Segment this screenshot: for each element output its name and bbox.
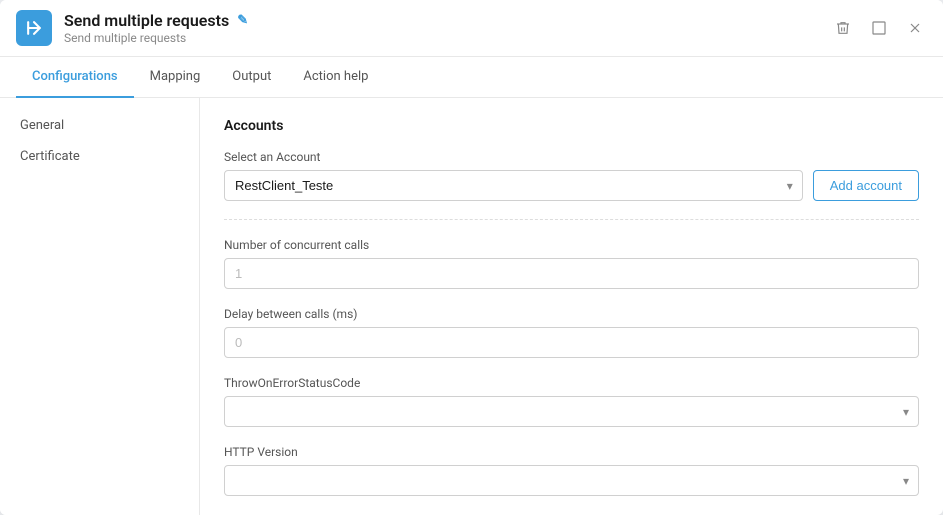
sidebar: General Certificate <box>0 98 200 515</box>
concurrent-calls-label: Number of concurrent calls <box>224 238 919 252</box>
tab-mapping[interactable]: Mapping <box>134 57 217 98</box>
select-account-group: Select an Account RestClient_Teste ▾ Add… <box>224 150 919 201</box>
title-text-group: Send multiple requests ✎ Send multiple r… <box>64 11 248 45</box>
http-version-dropdown[interactable]: HTTP/1.1 HTTP/2 <box>224 465 919 496</box>
close-button[interactable] <box>903 16 927 40</box>
window-actions <box>831 16 927 40</box>
main-content: Accounts Select an Account RestClient_Te… <box>200 98 943 515</box>
tabs-bar: Configurations Mapping Output Action hel… <box>0 57 943 98</box>
throw-on-error-label: ThrowOnErrorStatusCode <box>224 376 919 390</box>
delay-input[interactable] <box>224 327 919 358</box>
edit-title-icon[interactable]: ✎ <box>237 13 248 28</box>
select-account-row: RestClient_Teste ▾ Add account <box>224 170 919 201</box>
delete-button[interactable] <box>831 16 855 40</box>
delay-label: Delay between calls (ms) <box>224 307 919 321</box>
concurrent-calls-group: Number of concurrent calls <box>224 238 919 289</box>
throw-on-error-wrapper: True False ▾ <box>224 396 919 427</box>
app-icon <box>16 10 52 46</box>
tab-action-help[interactable]: Action help <box>287 57 384 98</box>
select-account-wrapper: RestClient_Teste ▾ <box>224 170 803 201</box>
throw-on-error-dropdown[interactable]: True False <box>224 396 919 427</box>
delay-group: Delay between calls (ms) <box>224 307 919 358</box>
section-divider <box>224 219 919 220</box>
window-title: Send multiple requests <box>64 11 229 30</box>
maximize-button[interactable] <box>867 16 891 40</box>
select-account-dropdown[interactable]: RestClient_Teste <box>224 170 803 201</box>
title-bar: Send multiple requests ✎ Send multiple r… <box>0 0 943 57</box>
tab-configurations[interactable]: Configurations <box>16 57 134 98</box>
http-version-group: HTTP Version HTTP/1.1 HTTP/2 ▾ <box>224 445 919 496</box>
http-version-label: HTTP Version <box>224 445 919 459</box>
add-account-button[interactable]: Add account <box>813 170 919 201</box>
concurrent-calls-input[interactable] <box>224 258 919 289</box>
window-subtitle: Send multiple requests <box>64 31 248 45</box>
select-account-label: Select an Account <box>224 150 919 164</box>
tab-output[interactable]: Output <box>216 57 287 98</box>
sidebar-item-general[interactable]: General <box>0 110 199 141</box>
sidebar-item-certificate[interactable]: Certificate <box>0 141 199 172</box>
app-window: Send multiple requests ✎ Send multiple r… <box>0 0 943 515</box>
content-area: General Certificate Accounts Select an A… <box>0 98 943 515</box>
http-version-wrapper: HTTP/1.1 HTTP/2 ▾ <box>224 465 919 496</box>
throw-on-error-group: ThrowOnErrorStatusCode True False ▾ <box>224 376 919 427</box>
section-title: Accounts <box>224 118 919 134</box>
